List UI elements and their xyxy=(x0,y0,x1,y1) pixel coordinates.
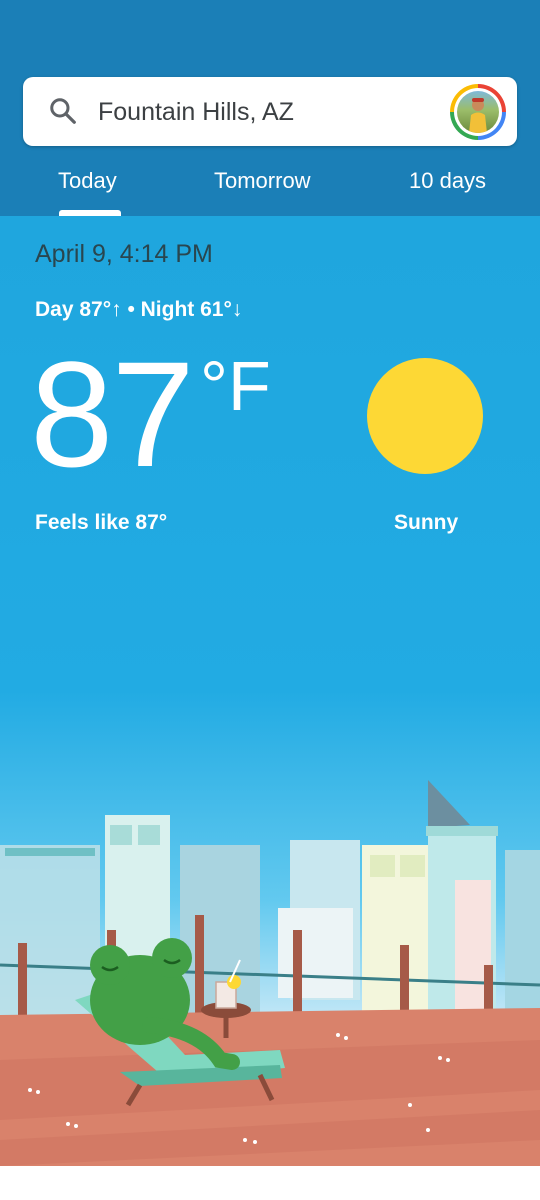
location-search-text[interactable]: Fountain Hills, AZ xyxy=(98,96,294,128)
day-night-temps: Day 87°↑ • Night 61°↓ xyxy=(35,298,243,321)
sun-icon xyxy=(367,358,483,474)
current-temperature: 87 xyxy=(30,330,195,498)
temperature-unit: °F xyxy=(200,347,271,425)
bottom-margin xyxy=(0,1166,540,1200)
account-avatar[interactable] xyxy=(450,84,506,140)
feels-like: Feels like 87° xyxy=(35,511,168,534)
tab-today[interactable]: Today xyxy=(58,166,117,196)
weather-condition: Sunny xyxy=(394,511,459,534)
avatar-person-icon xyxy=(469,98,487,133)
avatar-photo xyxy=(457,91,499,133)
tab-tomorrow[interactable]: Tomorrow xyxy=(214,166,311,196)
search-icon[interactable] xyxy=(48,96,78,126)
date-time: April 9, 4:14 PM xyxy=(35,240,213,268)
avatar-ring-inner xyxy=(454,88,502,136)
tab-10-days[interactable]: 10 days xyxy=(409,166,486,196)
rooftop-frog-illustration xyxy=(0,780,540,1166)
